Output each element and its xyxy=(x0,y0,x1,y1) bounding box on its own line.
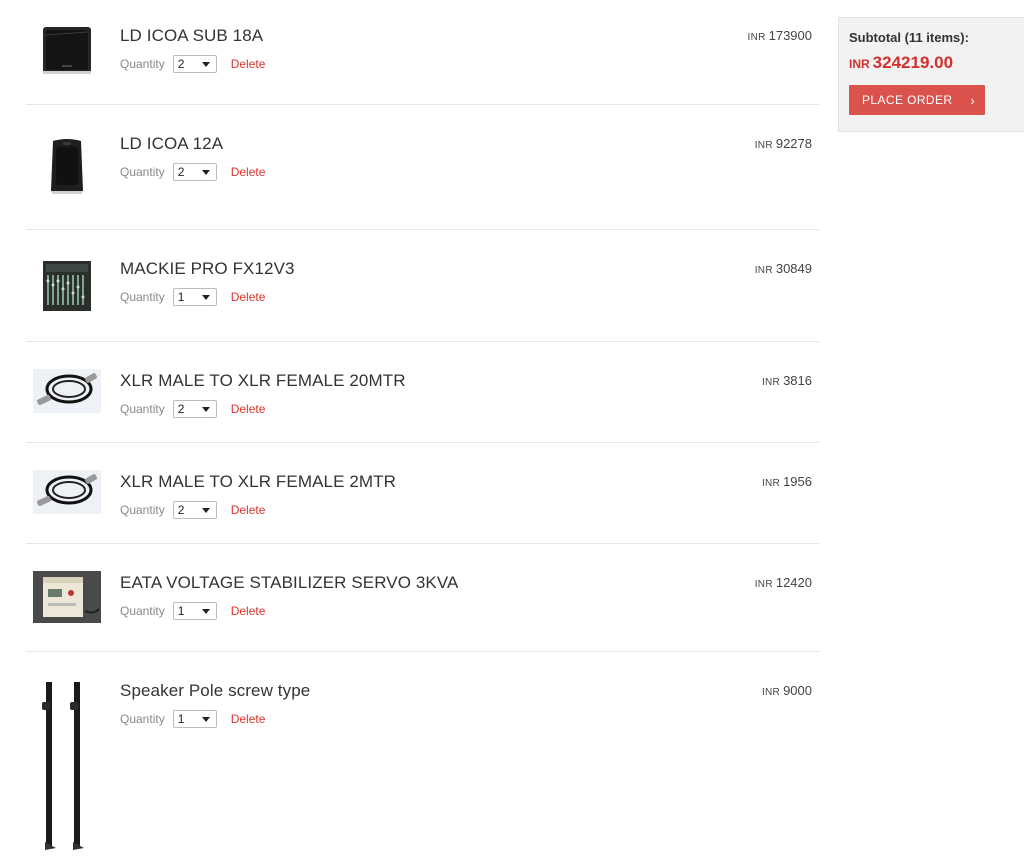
quantity-value: 1 xyxy=(177,604,185,618)
currency-code: INR xyxy=(761,478,781,489)
item-price: INR 3816 xyxy=(762,373,812,388)
delete-link[interactable]: Delete xyxy=(231,604,266,618)
product-thumbnail[interactable] xyxy=(32,20,102,80)
delete-link[interactable]: Delete xyxy=(231,290,266,304)
mixer-icon xyxy=(43,261,91,311)
chevron-down-icon xyxy=(201,507,210,513)
currency-code: INR xyxy=(761,687,781,698)
price-value: 173900 xyxy=(768,28,812,43)
price-value: 9000 xyxy=(783,683,812,698)
quantity-label: Quantity xyxy=(120,712,165,726)
speaker-icon xyxy=(51,139,83,194)
speaker-pole-icon xyxy=(42,682,84,850)
currency-code: INR xyxy=(754,140,773,151)
quantity-value: 2 xyxy=(177,503,185,517)
cart-item: EATA VOLTAGE STABILIZER SERVO 3KVA Quant… xyxy=(26,544,820,652)
quantity-label: Quantity xyxy=(120,503,165,517)
price-value: 30849 xyxy=(775,261,812,276)
quantity-value: 2 xyxy=(177,402,185,416)
chevron-down-icon xyxy=(201,61,210,67)
quantity-value: 1 xyxy=(177,712,185,726)
cart-item: LD ICOA 12A Quantity 2 Delete INR 92278 xyxy=(26,105,820,230)
cart-item: XLR MALE TO XLR FEMALE 2MTR Quantity 2 D… xyxy=(26,443,820,544)
quantity-select[interactable]: 1 xyxy=(172,288,217,306)
product-name[interactable]: MACKIE PRO FX12V3 xyxy=(120,259,295,279)
product-thumbnail[interactable] xyxy=(32,258,102,314)
quantity-select[interactable]: 2 xyxy=(172,55,217,73)
price-value: 12420 xyxy=(775,575,812,590)
delete-link[interactable]: Delete xyxy=(231,712,266,726)
quantity-select[interactable]: 2 xyxy=(172,501,217,519)
product-name[interactable]: Speaker Pole screw type xyxy=(120,681,310,701)
chevron-down-icon xyxy=(201,716,210,722)
chevron-down-icon xyxy=(201,169,210,175)
product-thumbnail[interactable] xyxy=(32,570,102,624)
delete-link[interactable]: Delete xyxy=(231,503,266,517)
quantity-label: Quantity xyxy=(120,290,165,304)
quantity-value: 1 xyxy=(177,290,185,304)
product-thumbnail[interactable] xyxy=(32,678,102,854)
place-order-label: PLACE ORDER xyxy=(862,93,953,107)
delete-link[interactable]: Delete xyxy=(231,165,266,179)
quantity-select[interactable]: 2 xyxy=(172,400,217,418)
product-name[interactable]: EATA VOLTAGE STABILIZER SERVO 3KVA xyxy=(120,573,458,593)
currency-code: INR xyxy=(754,265,773,276)
currency-code: INR xyxy=(754,579,773,590)
currency-code: INR xyxy=(761,377,781,388)
chevron-down-icon xyxy=(201,294,210,300)
product-thumbnail[interactable] xyxy=(32,368,102,414)
cart-item: Speaker Pole screw type Quantity 1 Delet… xyxy=(26,652,820,868)
quantity-value: 2 xyxy=(177,57,185,71)
cart-list: LD ICOA SUB 18A Quantity 2 Delete INR 173… xyxy=(26,0,820,868)
currency-code: INR xyxy=(849,57,870,71)
item-price: INR 12420 xyxy=(755,575,812,590)
cable-icon xyxy=(33,369,101,413)
chevron-right-icon: › xyxy=(970,92,976,108)
cart-item: MACKIE PRO FX12V3 Quantity 1 Delete INR 3… xyxy=(26,230,820,342)
quantity-select[interactable]: 1 xyxy=(172,710,217,728)
product-thumbnail[interactable] xyxy=(32,469,102,515)
cable-icon xyxy=(33,470,101,514)
item-price: INR 30849 xyxy=(755,261,812,276)
delete-link[interactable]: Delete xyxy=(231,57,266,71)
price-value: 1956 xyxy=(783,474,812,489)
item-price: INR 1956 xyxy=(762,474,812,489)
cart-item: LD ICOA SUB 18A Quantity 2 Delete INR 173… xyxy=(26,0,820,105)
quantity-value: 2 xyxy=(177,165,185,179)
price-value: 3816 xyxy=(783,373,812,388)
subtotal-label: Subtotal (11 items): xyxy=(849,30,969,45)
quantity-label: Quantity xyxy=(120,604,165,618)
item-price: INR 173900 xyxy=(747,28,812,43)
price-value: 92278 xyxy=(775,136,812,151)
quantity-label: Quantity xyxy=(120,57,165,71)
subtotal-value: 324219.00 xyxy=(872,53,954,72)
quantity-label: Quantity xyxy=(120,165,165,179)
quantity-select[interactable]: 1 xyxy=(172,602,217,620)
product-thumbnail[interactable] xyxy=(32,135,102,199)
product-name[interactable]: XLR MALE TO XLR FEMALE 20MTR xyxy=(120,371,406,391)
cart-item: XLR MALE TO XLR FEMALE 20MTR Quantity 2 … xyxy=(26,342,820,443)
quantity-select[interactable]: 2 xyxy=(172,163,217,181)
place-order-button[interactable]: PLACE ORDER › xyxy=(849,85,985,115)
product-name[interactable]: XLR MALE TO XLR FEMALE 2MTR xyxy=(120,472,396,492)
subwoofer-icon xyxy=(43,27,91,74)
item-price: INR 9000 xyxy=(762,683,812,698)
item-price: INR 92278 xyxy=(755,136,812,151)
delete-link[interactable]: Delete xyxy=(231,402,266,416)
subtotal-amount: INR 324219.00 xyxy=(849,53,1024,73)
chevron-down-icon xyxy=(201,406,210,412)
stabilizer-icon xyxy=(33,571,101,623)
product-name[interactable]: LD ICOA SUB 18A xyxy=(120,26,265,46)
order-summary: Subtotal (11 items): INR 324219.00 PLACE … xyxy=(838,17,1024,132)
product-name[interactable]: LD ICOA 12A xyxy=(120,134,265,154)
quantity-label: Quantity xyxy=(120,402,165,416)
currency-code: INR xyxy=(747,32,766,43)
chevron-down-icon xyxy=(201,608,210,614)
